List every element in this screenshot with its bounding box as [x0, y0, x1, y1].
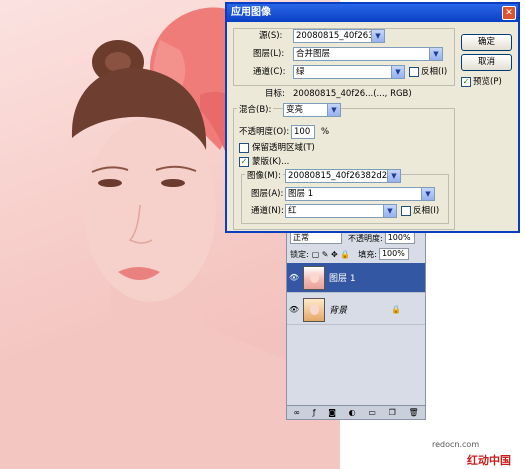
trash-icon[interactable]: 🗑	[408, 408, 418, 417]
new-layer-icon[interactable]: ❐	[389, 408, 396, 417]
mask-layer-select[interactable]: 图层 1 ▼	[285, 187, 435, 201]
chevron-down-icon: ▼	[421, 188, 434, 200]
invert-label: 反相(I)	[421, 67, 448, 77]
fill-field[interactable]: 100%	[378, 248, 409, 260]
mask-invert-checkbox[interactable]	[401, 206, 411, 216]
mask-layer-value: 图层 1	[288, 189, 314, 199]
chevron-down-icon: ▼	[383, 205, 396, 217]
preserve-transparency-checkbox[interactable]	[239, 143, 249, 153]
link-layers-icon[interactable]: ∞	[293, 408, 300, 417]
layers-toolbar: ∞ ƒ ◙ ◐ ▭ ❐ 🗑	[287, 405, 425, 419]
preserve-transparency-label: 保留透明区域(T)	[252, 143, 315, 153]
opacity-input[interactable]: 100	[291, 125, 315, 139]
layers-opacity-label: 不透明度:	[348, 233, 383, 243]
dialog-titlebar[interactable]: 应用图像 ✕	[227, 4, 518, 22]
layer-row-layer1[interactable]: 👁 图层 1	[287, 263, 425, 293]
chevron-down-icon: ▼	[391, 66, 404, 78]
eye-icon[interactable]: 👁	[287, 295, 301, 325]
layer-thumbnail	[303, 297, 325, 322]
mask-image-select[interactable]: 20080815_40f26382d2... ▼	[285, 169, 401, 183]
chevron-down-icon: ▼	[387, 170, 400, 182]
blending-select[interactable]: 变亮 ▼	[283, 103, 341, 117]
preview-checkbox[interactable]: ✓	[461, 77, 471, 87]
apply-image-dialog: 应用图像 ✕ 源(S): 20080815_40f26382d2...▼ 图层(…	[225, 2, 520, 233]
ok-button[interactable]: 确定	[461, 34, 512, 51]
channel-select[interactable]: 绿 ▼	[293, 65, 405, 79]
chevron-down-icon: ▼	[327, 104, 340, 116]
cancel-button[interactable]: 取消	[461, 54, 512, 71]
invert-checkbox[interactable]	[409, 67, 419, 77]
target-value: 20080815_40f26...(..., RGB)	[293, 89, 412, 99]
opacity-label: 不透明度(O):	[239, 127, 290, 137]
add-mask-icon[interactable]: ◙	[328, 408, 336, 417]
lock-icon: 🔒	[391, 305, 401, 314]
layers-opacity-field[interactable]: 100%	[384, 232, 415, 244]
mask-image-value: 20080815_40f26382d2...	[288, 171, 396, 181]
watermark-brand: 红动中国	[467, 454, 511, 467]
mask-image-label: 图像(M):	[245, 170, 283, 182]
mask-checkbox[interactable]: ✓	[239, 157, 249, 167]
blending-label: 混合(B):	[237, 104, 274, 116]
close-icon[interactable]: ✕	[502, 6, 516, 20]
opacity-unit: %	[321, 127, 330, 137]
target-label: 目标:	[265, 89, 285, 99]
layer-label: 图层(L):	[253, 49, 285, 59]
blend-mode-select[interactable]: 正常	[290, 232, 342, 244]
chevron-down-icon: ▼	[429, 48, 442, 60]
mask-channel-value: 红	[288, 206, 297, 216]
layer-style-icon[interactable]: ƒ	[313, 408, 316, 417]
mask-channel-select[interactable]: 红 ▼	[285, 204, 397, 218]
dialog-title: 应用图像	[231, 7, 271, 18]
blending-value: 变亮	[286, 105, 304, 115]
layers-lock-row: 锁定: ▢ ✎ ✥ 🔒 填充: 100%	[287, 247, 425, 261]
lock-icons[interactable]: ▢ ✎ ✥ 🔒	[312, 250, 351, 259]
eye-icon[interactable]: 👁	[287, 263, 301, 293]
channel-label: 通道(C):	[253, 67, 286, 77]
layer-thumbnail	[303, 265, 325, 290]
mask-layer-label: 图层(A):	[251, 189, 284, 199]
layer-value: 合并图层	[296, 49, 331, 59]
chevron-down-icon: ▼	[371, 30, 384, 42]
fill-label: 填充:	[358, 249, 377, 259]
layers-empty-area	[287, 333, 425, 405]
layers-options-row: 正常 不透明度: 100%	[287, 231, 425, 245]
layer-name: 图层 1	[329, 274, 356, 284]
adjustment-layer-icon[interactable]: ◐	[349, 408, 356, 417]
layers-panel: 正常 不透明度: 100% 锁定: ▢ ✎ ✥ 🔒 填充: 100% 👁 图层 …	[286, 228, 426, 420]
layer-row-background[interactable]: 👁 背景 🔒	[287, 295, 425, 325]
layer-name: 背景	[329, 306, 348, 316]
layer-select[interactable]: 合并图层 ▼	[293, 47, 443, 61]
mask-channel-label: 通道(N):	[251, 206, 284, 216]
channel-value: 绿	[296, 67, 305, 77]
mask-label: 蒙版(K)...	[252, 157, 290, 167]
source-label: 源(S):	[259, 31, 283, 41]
lock-label: 锁定:	[290, 249, 309, 259]
new-group-icon[interactable]: ▭	[368, 408, 376, 417]
source-select[interactable]: 20080815_40f26382d2...▼	[293, 29, 385, 43]
watermark-url: redocn.com	[432, 440, 480, 449]
mask-invert-label: 反相(I)	[413, 206, 440, 216]
preview-label: 预览(P)	[473, 77, 502, 87]
